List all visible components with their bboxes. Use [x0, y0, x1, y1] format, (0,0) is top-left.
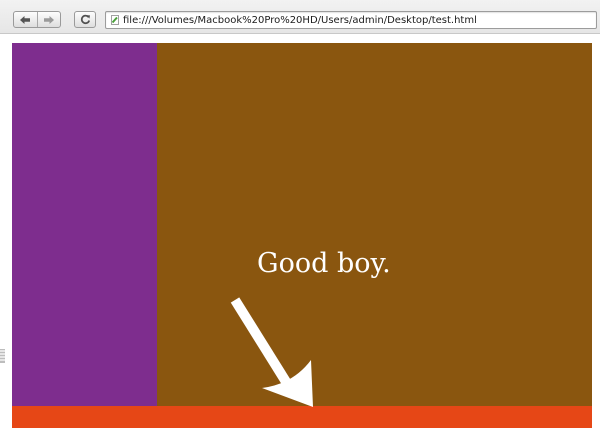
page-viewport: Good boy. — [0, 34, 600, 440]
nav-button-group — [13, 11, 61, 28]
page-icon — [110, 15, 120, 25]
url-text[interactable]: file:///Volumes/Macbook%20Pro%20HD/Users… — [123, 15, 477, 26]
forward-button[interactable] — [36, 12, 61, 27]
orange-footer — [12, 406, 592, 428]
address-bar[interactable]: file:///Volumes/Macbook%20Pro%20HD/Users… — [105, 11, 597, 29]
reload-button[interactable] — [74, 11, 96, 28]
arrow-left-icon — [20, 15, 31, 24]
back-button[interactable] — [14, 12, 37, 27]
scroll-grip[interactable] — [0, 349, 5, 363]
arrow-right-icon — [43, 15, 54, 24]
good-boy-text: Good boy. — [257, 248, 391, 279]
purple-sidebar — [12, 43, 157, 406]
reload-icon — [80, 14, 90, 25]
page-content: Good boy. — [12, 43, 592, 428]
browser-toolbar: file:///Volumes/Macbook%20Pro%20HD/Users… — [0, 0, 600, 34]
brown-content-area: Good boy. — [157, 43, 592, 406]
